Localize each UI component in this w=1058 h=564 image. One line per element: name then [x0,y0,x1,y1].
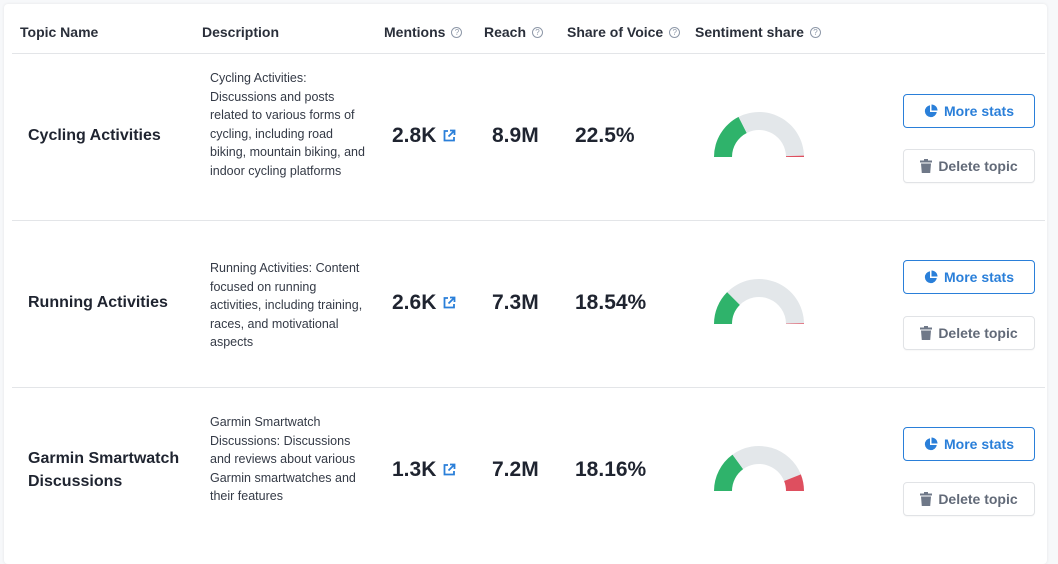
reach-value: 7.2M [492,458,539,481]
gauge-segment-neutral [732,446,801,482]
more-stats-button[interactable]: More stats [903,94,1035,128]
share-of-voice-value: 18.54% [575,291,647,314]
topic-name: Running Activities [28,294,168,311]
share-of-voice-value: 22.5% [575,124,635,147]
table-row: Running Activities Running Activities: C… [12,221,1045,388]
delete-topic-label: Delete topic [938,325,1018,341]
mentions-value: 2.6K [392,291,456,315]
help-icon[interactable]: ? [669,26,681,38]
column-label: Share of Voice [567,24,664,40]
column-header-share-of-voice: Share of Voice? [567,24,681,40]
column-header-sentiment-share: Sentiment share? [695,24,821,40]
topics-table-card: Topic Name Description Mentions? Reach? … [4,4,1047,564]
external-link-icon[interactable] [442,296,456,310]
reach-value: 8.9M [492,124,539,147]
table-row: Garmin Smartwatch Discussions Garmin Sma… [12,388,1045,555]
trash-icon [920,159,933,173]
reach-value: 7.3M [492,291,539,314]
delete-topic-label: Delete topic [938,158,1018,174]
sentiment-gauge [714,279,804,324]
column-header-topic-name: Topic Name [20,24,98,40]
mentions-value: 1.3K [392,458,456,482]
gauge-segment-neutral [738,111,804,157]
topic-name: Cycling Activities [28,127,161,144]
gauge-segment-neutral [727,279,804,324]
help-icon[interactable]: ? [809,26,821,38]
more-stats-button[interactable]: More stats [903,427,1035,461]
more-stats-label: More stats [943,269,1015,285]
trash-icon [920,326,933,340]
sentiment-gauge [714,111,804,157]
column-label: Sentiment share [695,24,804,40]
sentiment-gauge [714,446,804,491]
delete-topic-button[interactable]: Delete topic [903,149,1035,183]
more-stats-label: More stats [943,436,1015,452]
delete-topic-button[interactable]: Delete topic [903,482,1035,516]
topic-description: Cycling Activities: Discussions and post… [210,71,365,178]
delete-topic-label: Delete topic [938,491,1018,507]
column-label: Description [202,24,280,40]
pie-chart-icon [924,437,938,451]
column-header-mentions: Mentions? [384,24,463,40]
delete-topic-button[interactable]: Delete topic [903,316,1035,350]
column-label: Reach [484,24,527,40]
mentions-count: 2.6K [392,291,437,314]
topic-description: Garmin Smartwatch Discussions: Discussio… [210,415,356,504]
column-header-description: Description [202,24,279,40]
mentions-count: 2.8K [392,124,437,147]
column-header-reach: Reach? [484,24,544,40]
topic-description: Running Activities: Content focused on r… [210,261,363,350]
help-icon[interactable]: ? [451,26,463,38]
table-header: Topic Name Description Mentions? Reach? … [12,4,1045,54]
share-of-voice-value: 18.16% [575,458,647,481]
column-label: Mentions [384,24,446,40]
trash-icon [920,492,933,506]
pie-chart-icon [924,270,938,284]
mentions-value: 2.8K [392,124,456,148]
column-label: Topic Name [20,24,99,40]
topic-name: Garmin Smartwatch Discussions [28,450,180,490]
pie-chart-icon [924,104,938,118]
external-link-icon[interactable] [442,129,456,143]
table-row: Cycling Activities Cycling Activities: D… [12,54,1045,221]
external-link-icon[interactable] [442,463,456,477]
more-stats-label: More stats [943,103,1015,119]
mentions-count: 1.3K [392,458,437,481]
help-icon[interactable]: ? [532,26,544,38]
more-stats-button[interactable]: More stats [903,260,1035,294]
